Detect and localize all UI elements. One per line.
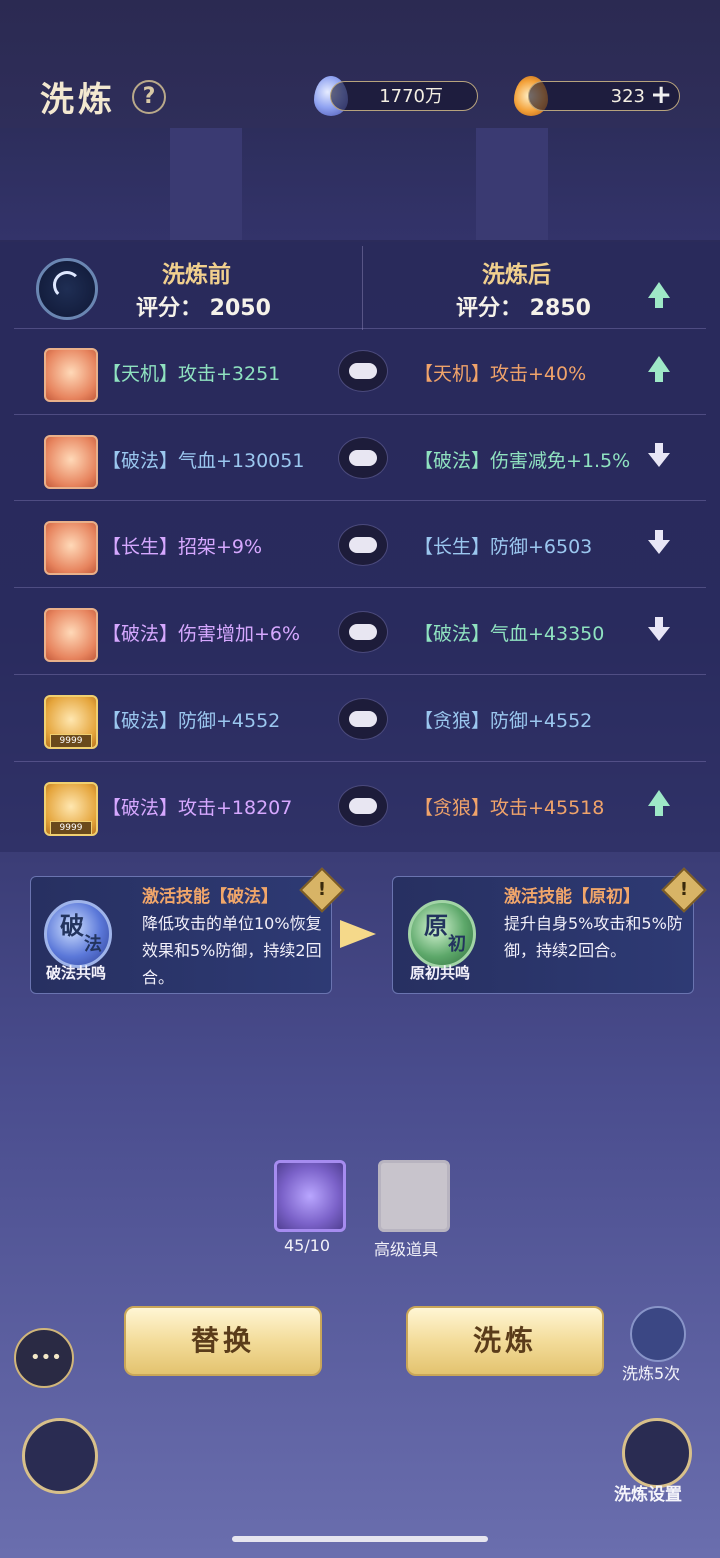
up-arrow-icon <box>648 790 670 816</box>
divider <box>14 500 706 501</box>
before-label: 洗炼前 <box>162 262 231 288</box>
lock-toggle[interactable] <box>338 437 388 479</box>
skill-title: 激活技能【破法】 <box>142 887 278 907</box>
equipment-icon[interactable] <box>44 521 98 575</box>
equipment-icon[interactable] <box>44 435 98 489</box>
up-arrow-icon <box>648 356 670 382</box>
stack-count-badge: 9999 <box>50 821 92 835</box>
currency-spirit: 1770万 <box>330 81 478 111</box>
before-attribute: 【破法】气血+130051 <box>102 450 305 472</box>
skill-description: 降低攻击的单位10%恢复效果和5%防御，持续2回合。 <box>142 914 322 987</box>
after-label: 洗炼后 <box>482 262 551 288</box>
back-button[interactable] <box>22 1418 98 1494</box>
banner-pillar <box>170 128 242 240</box>
skill-orb-main: 破 <box>60 912 84 940</box>
equipment-icon[interactable] <box>44 348 98 402</box>
after-score: 评分： 2850 <box>456 296 591 321</box>
lock-toggle[interactable] <box>338 611 388 653</box>
replace-button[interactable]: 替换 <box>124 1306 322 1376</box>
crystal-material-icon[interactable] <box>274 1160 346 1232</box>
equipment-icon[interactable]: 9999 <box>44 782 98 836</box>
skill-orb-label: 破法共鸣 <box>46 964 107 982</box>
down-arrow-icon <box>648 443 670 467</box>
decorative-banner <box>0 128 720 240</box>
skill-orb-sub: 初 <box>448 934 466 955</box>
divider <box>14 414 706 415</box>
page-title: 洗炼 <box>40 80 116 120</box>
divider <box>14 328 706 329</box>
before-attribute: 【天机】攻击+3251 <box>102 363 281 385</box>
home-indicator[interactable] <box>232 1536 488 1542</box>
material-count: 45/10 <box>284 1236 331 1255</box>
divider <box>14 674 706 675</box>
skill-title: 激活技能【原初】 <box>504 887 640 907</box>
before-attribute: 【长生】招架+9% <box>102 536 263 558</box>
refine-button[interactable]: 洗炼 <box>406 1306 604 1376</box>
after-attribute: 【长生】防御+6503 <box>414 536 593 558</box>
refine-settings-label: 洗炼设置 <box>614 1485 682 1505</box>
skill-orb-label: 原初共鸣 <box>410 964 471 982</box>
after-attribute: 【贪狼】防御+4552 <box>414 710 593 732</box>
chat-button[interactable]: ••• <box>14 1328 74 1388</box>
refine-5-label: 洗炼5次 <box>622 1364 681 1383</box>
add-currency-button[interactable]: + <box>650 80 672 110</box>
divider <box>14 761 706 762</box>
stack-count-badge: 9999 <box>50 734 92 748</box>
down-arrow-icon <box>648 530 670 554</box>
lock-toggle[interactable] <box>338 350 388 392</box>
before-score: 评分： 2050 <box>136 296 271 321</box>
question-icon[interactable]: ? <box>132 80 166 114</box>
compare-divider <box>362 246 363 330</box>
skill-orb-sub: 法 <box>84 934 102 955</box>
before-attribute: 【破法】防御+4552 <box>102 710 281 732</box>
equipment-icon[interactable]: 9999 <box>44 695 98 749</box>
after-attribute: 【天机】攻击+40% <box>414 363 587 385</box>
after-attribute: 【破法】伤害减免+1.5% <box>414 450 631 472</box>
down-arrow-icon <box>648 617 670 641</box>
banner-pillar <box>476 128 548 240</box>
score-up-arrow-icon <box>648 282 670 308</box>
equipment-icon[interactable] <box>44 608 98 662</box>
after-attribute: 【贪狼】攻击+45518 <box>414 797 605 819</box>
skill-description: 提升自身5%攻击和5%防御，持续2回合。 <box>504 914 683 960</box>
skill-orb-main: 原 <box>424 912 448 940</box>
material-label: 高级道具 <box>374 1240 439 1259</box>
before-attribute: 【破法】伤害增加+6% <box>102 623 301 645</box>
undo-icon[interactable] <box>630 1306 686 1362</box>
after-attribute: 【破法】气血+43350 <box>414 623 605 645</box>
before-attribute: 【破法】攻击+18207 <box>102 797 293 819</box>
lock-toggle[interactable] <box>338 785 388 827</box>
transition-arrow-icon <box>340 920 376 948</box>
lock-toggle[interactable] <box>338 524 388 566</box>
gear-icon[interactable] <box>622 1418 692 1488</box>
advanced-item-icon[interactable] <box>378 1160 450 1232</box>
divider <box>14 587 706 588</box>
refine-emblem-icon <box>36 258 98 320</box>
lock-toggle[interactable] <box>338 698 388 740</box>
